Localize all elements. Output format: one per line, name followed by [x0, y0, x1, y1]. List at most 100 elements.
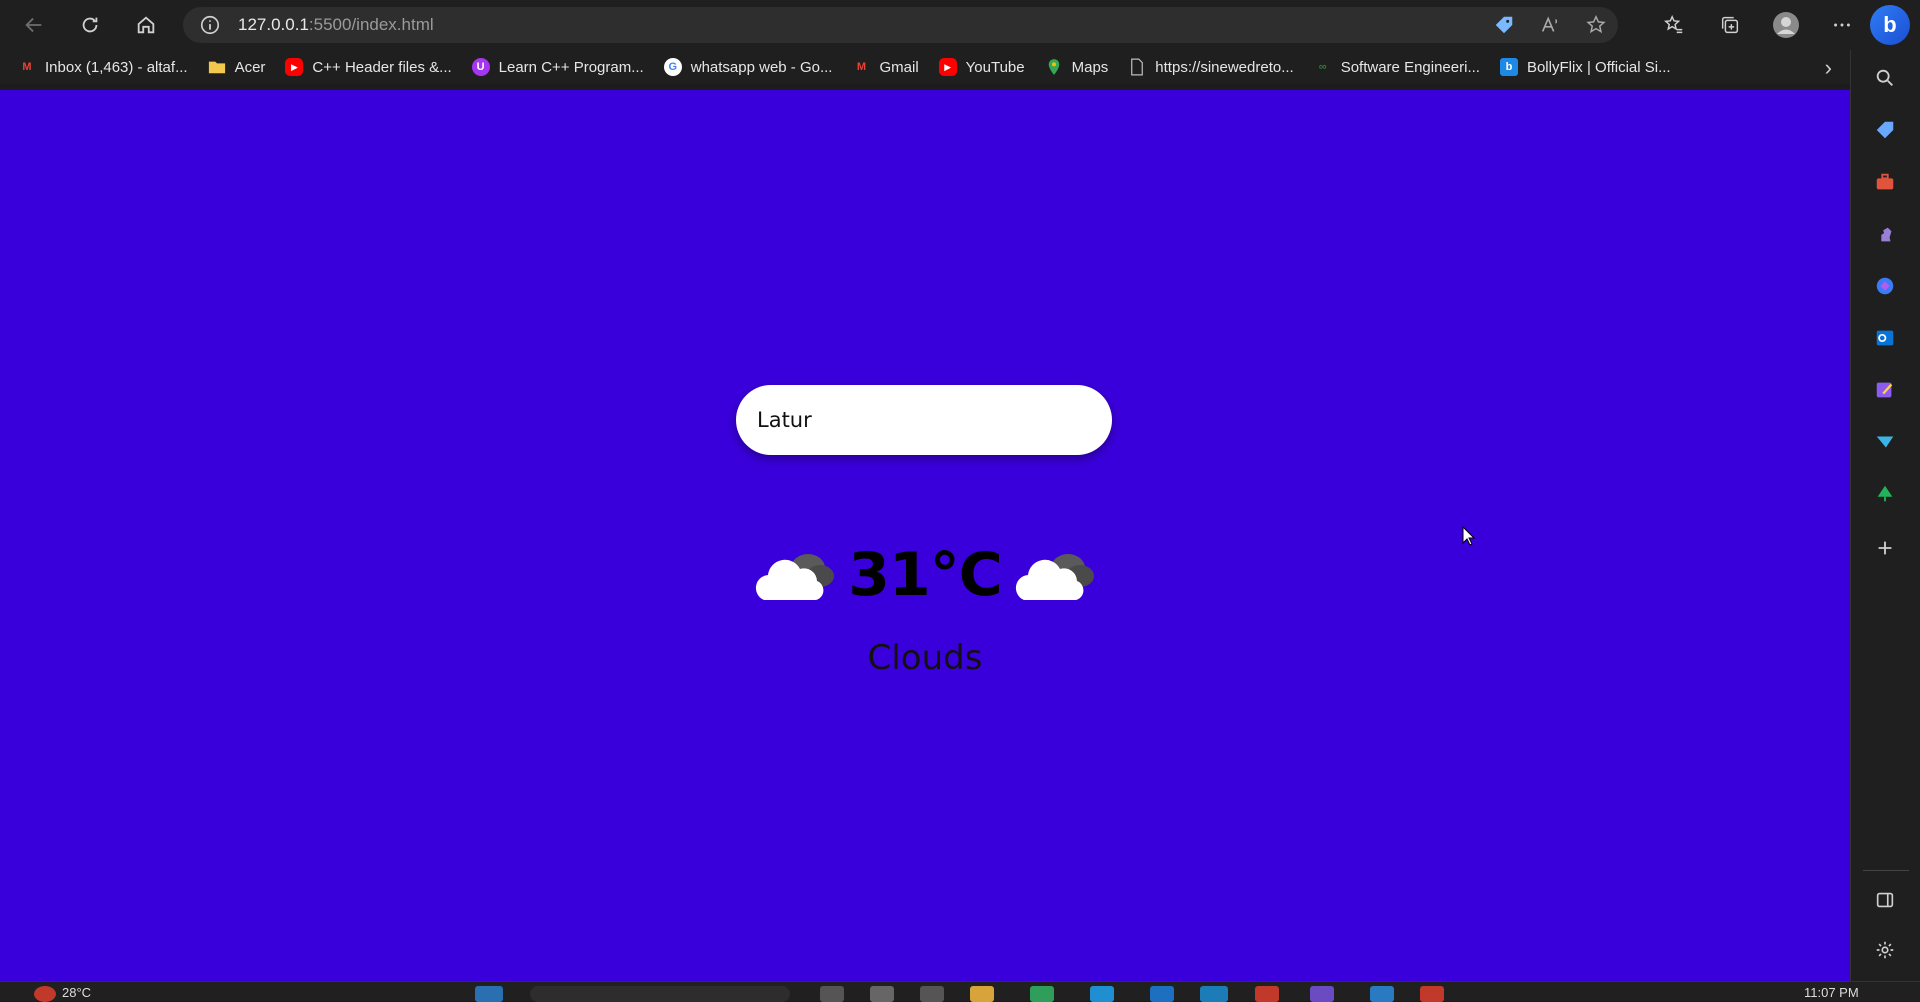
gmail-icon: M — [22, 61, 32, 73]
sidebar-hide-button[interactable] — [1869, 884, 1901, 916]
outlook-icon — [1876, 330, 1894, 346]
bookmark-label: Gmail — [879, 58, 919, 76]
sidebar-send-button[interactable] — [1869, 426, 1901, 458]
weather-widget-icon[interactable] — [34, 986, 56, 1002]
edge-sidebar — [1850, 50, 1920, 981]
weather-page: Latur 31°C Clouds — [0, 90, 1850, 981]
sidebar-search-button[interactable] — [1869, 62, 1901, 94]
add-favorite-icon[interactable] — [1584, 13, 1608, 37]
sidebar-add-button[interactable] — [1869, 532, 1901, 564]
task-view-icon[interactable] — [820, 986, 844, 1002]
app-icon[interactable] — [1030, 986, 1054, 1002]
bookmark-label: whatsapp web - Go... — [690, 58, 833, 76]
bookmark-label: https://sinewedreto... — [1155, 58, 1294, 76]
udemy-icon: U — [471, 58, 490, 76]
bookmark-label: Learn C++ Program... — [498, 58, 644, 76]
app-icon[interactable] — [1420, 986, 1444, 1002]
bookmark-label: Maps — [1071, 58, 1109, 76]
bookmark-learn-cpp[interactable]: U Learn C++ Program... — [471, 58, 644, 76]
bookmark-gmail[interactable]: M Gmail — [852, 58, 919, 76]
url-host: 127.0.0.1 — [238, 15, 309, 34]
url-path: :5500/index.html — [308, 15, 434, 34]
toolbox-icon — [1876, 173, 1894, 190]
copilot-button[interactable]: b — [1870, 5, 1910, 45]
read-aloud-icon[interactable] — [1538, 13, 1562, 37]
windows-taskbar: 28°C 11:07 PM — [0, 981, 1920, 1002]
favorites-button[interactable] — [1646, 0, 1702, 50]
home-icon — [137, 16, 155, 34]
chevron-right-icon[interactable]: › — [1825, 55, 1832, 81]
bookmark-maps[interactable]: Maps — [1045, 58, 1109, 76]
gear-icon — [1876, 941, 1894, 959]
collections-icon — [1721, 16, 1739, 34]
app-icon[interactable] — [870, 986, 894, 1002]
home-button[interactable] — [126, 5, 166, 45]
vscode-icon[interactable] — [1370, 986, 1394, 1002]
collections-button[interactable] — [1702, 0, 1758, 50]
bookmark-sinewedreto[interactable]: https://sinewedreto... — [1128, 58, 1294, 76]
weather-condition: Clouds — [867, 638, 983, 678]
taskbar-clock: 11:07 PM — [1804, 985, 1859, 1000]
file-explorer-icon[interactable] — [970, 986, 994, 1002]
app-icon[interactable] — [1310, 986, 1334, 1002]
panel-icon — [1876, 892, 1894, 908]
weather-row: 31°C — [750, 530, 1100, 620]
tag-icon — [1876, 121, 1894, 139]
maps-icon — [1045, 58, 1063, 76]
start-icon[interactable] — [475, 986, 503, 1002]
bookmark-label: C++ Header files &... — [312, 58, 452, 76]
bookmark-whatsapp[interactable]: Gwhatsapp web - Go... — [663, 58, 833, 76]
settings-more-button[interactable] — [1814, 0, 1870, 50]
bookmark-youtube[interactable]: ▶ YouTube — [938, 58, 1025, 76]
app-icon[interactable] — [920, 986, 944, 1002]
sidebar-tools-button[interactable] — [1869, 166, 1901, 198]
sidebar-designer-button[interactable] — [1869, 374, 1901, 406]
sidebar-shopping-button[interactable] — [1869, 114, 1901, 146]
city-input-value: Latur — [757, 408, 812, 432]
bookmark-label: Acer — [234, 58, 266, 76]
bollyflix-icon: b — [1499, 58, 1518, 76]
bookmark-software-engineering[interactable]: ∞ Software Engineeri... — [1314, 58, 1480, 76]
profile-button[interactable] — [1758, 0, 1814, 50]
bing-icon: b — [1883, 12, 1897, 37]
coupon-icon[interactable] — [1492, 13, 1516, 37]
youtube-icon: ▶ — [938, 58, 957, 76]
cloud-icon — [755, 554, 834, 600]
taskbar-weather-temp: 28°C — [62, 985, 92, 1000]
bookmark-inbox[interactable]: M Inbox (1,463) - altaf... — [18, 58, 187, 76]
app-icon[interactable] — [1150, 986, 1174, 1002]
bookmark-bollyflix[interactable]: b BollyFlix | Official Si... — [1499, 58, 1671, 76]
sidebar-settings-button[interactable] — [1869, 934, 1901, 966]
youtube-icon: ▶ — [285, 58, 304, 76]
reload-icon — [82, 17, 98, 33]
copilot-icon — [1876, 277, 1894, 295]
back-button[interactable] — [14, 5, 54, 45]
app-icon[interactable] — [1255, 986, 1279, 1002]
arrow-left-icon — [25, 17, 42, 33]
edge-icon[interactable] — [1200, 986, 1228, 1002]
chess-icon — [1881, 227, 1892, 242]
avatar-icon — [1773, 12, 1799, 38]
gmail-icon: M — [856, 61, 867, 73]
address-bar[interactable]: 127.0.0.1:5500/index.html — [183, 7, 1618, 43]
sidebar-games-button[interactable] — [1869, 218, 1901, 250]
url-text[interactable]: 127.0.0.1:5500/index.html — [238, 15, 434, 35]
city-search-input[interactable]: Latur — [736, 385, 1112, 455]
reload-button[interactable] — [70, 5, 110, 45]
temperature-value: 31°C — [848, 540, 1003, 610]
tree-icon — [1877, 485, 1893, 502]
sidebar-copilot-button[interactable] — [1869, 270, 1901, 302]
folder-icon — [208, 58, 226, 76]
sidebar-tree-button[interactable] — [1869, 478, 1901, 510]
bookmark-cpp-header[interactable]: ▶ C++ Header files &... — [285, 58, 452, 76]
favorites-icon — [1664, 14, 1683, 34]
taskbar-search-box[interactable] — [530, 986, 790, 1002]
sidebar-outlook-button[interactable] — [1869, 322, 1901, 354]
sidebar-divider — [1863, 870, 1909, 871]
cloud-icon — [1015, 554, 1094, 600]
page-icon — [1128, 58, 1146, 76]
bookmark-acer[interactable]: Acer — [208, 58, 266, 76]
site-info-icon[interactable] — [199, 14, 221, 36]
app-icon[interactable] — [1090, 986, 1114, 1002]
bookmark-label: Software Engineeri... — [1340, 58, 1480, 76]
